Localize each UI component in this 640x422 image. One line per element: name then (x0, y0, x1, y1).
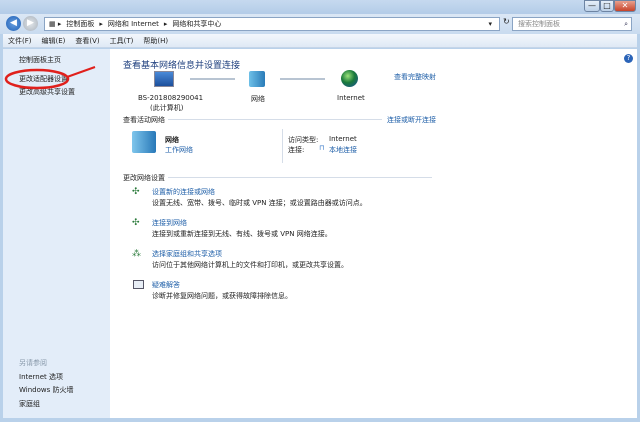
ethernet-icon: ⊓ (319, 144, 325, 152)
maximize-button[interactable]: □ (600, 0, 614, 12)
connection-label: 连接: (288, 146, 305, 154)
see-also-internet-options[interactable]: Internet 选项 (19, 372, 63, 382)
network-type-link[interactable]: 工作网络 (165, 145, 193, 155)
task-description: 访问位于其他网络计算机上的文件和打印机，或更改共享设置。 (152, 261, 348, 269)
access-type-value: Internet (329, 135, 357, 143)
main-content: ? 查看基本网络信息并设置连接 BS-201808290041 (此计算机) 网… (110, 49, 637, 418)
close-button[interactable]: ✕ (614, 0, 636, 12)
sidebar: 控制面板主页 更改适配器设置 更改高级共享设置 另请参阅 Internet 选项… (3, 49, 110, 418)
task-link[interactable]: 设置新的连接或网络 (152, 187, 215, 197)
computer-name: BS-201808290041 (138, 94, 204, 102)
computer-sub-label: (此计算机) (150, 104, 184, 112)
see-also-firewall[interactable]: Windows 防火墙 (19, 385, 73, 395)
menu-edit[interactable]: 编辑(E) (37, 34, 71, 48)
local-connection-link[interactable]: 本地连接 (329, 145, 357, 155)
view-full-map-link[interactable]: 查看完整映射 (394, 72, 436, 82)
divider (168, 119, 382, 120)
refresh-icon[interactable]: ↻ (503, 17, 510, 26)
computer-icon (154, 71, 174, 87)
menu-file[interactable]: 文件(F) (3, 34, 37, 48)
task-link[interactable]: 疑难解答 (152, 280, 180, 290)
task-description: 诊断并修复网络问题，或获得故障排除信息。 (152, 292, 292, 300)
back-button[interactable]: ◀ (6, 16, 21, 31)
breadcrumb-item[interactable]: 网络和 Internet (108, 20, 159, 28)
dropdown-icon[interactable]: ▾ (488, 18, 492, 30)
control-panel-icon: ▦ ▸ (49, 20, 62, 28)
connection-line (280, 78, 325, 80)
red-highlight-circle (4, 66, 96, 90)
help-icon[interactable]: ? (624, 54, 633, 63)
title-bar: — □ ✕ (0, 0, 640, 15)
page-title: 查看基本网络信息并设置连接 (123, 61, 241, 71)
menu-tools[interactable]: 工具(T) (105, 34, 139, 48)
address-bar-area: ◀ ▶ ▦ ▸ 控制面板 ▸ 网络和 Internet ▸ 网络和共享中心 ▾ ↻ 搜索控… (0, 14, 640, 34)
menu-view[interactable]: 查看(V) (70, 34, 104, 48)
connection-line (190, 78, 235, 80)
divider (168, 177, 432, 178)
change-settings-heading: 更改网络设置 (123, 174, 165, 182)
menu-help[interactable]: 帮助(H) (138, 34, 173, 48)
setup-connection-icon: ✣ (132, 187, 140, 197)
internet-label: Internet (337, 94, 365, 102)
task-description: 连接到或重新连接到无线、有线、拨号或 VPN 网络连接。 (152, 230, 332, 238)
active-network-name: 网络 (165, 136, 179, 144)
see-also-heading: 另请参阅 (19, 359, 47, 367)
troubleshoot-icon (133, 280, 144, 289)
address-input[interactable]: ▦ ▸ 控制面板 ▸ 网络和 Internet ▸ 网络和共享中心 ▾ (44, 17, 500, 31)
breadcrumb-item[interactable]: 网络和共享中心 (172, 20, 221, 28)
divider (282, 129, 283, 163)
search-icon: ⌕ (624, 20, 628, 28)
task-description: 设置无线、宽带、拨号、临时或 VPN 连接；或设置路由器或访问点。 (152, 199, 367, 207)
active-networks-heading: 查看活动网络 (123, 116, 165, 124)
forward-button[interactable]: ▶ (23, 16, 38, 31)
sidebar-item-home[interactable]: 控制面板主页 (19, 55, 61, 65)
internet-globe-icon (341, 70, 358, 87)
connect-disconnect-link[interactable]: 连接或断开连接 (387, 115, 436, 125)
breadcrumb-item[interactable]: 控制面板 (66, 20, 94, 28)
see-also-homegroup[interactable]: 家庭组 (19, 399, 40, 409)
task-link[interactable]: 选择家庭组和共享选项 (152, 249, 222, 259)
task-link[interactable]: 连接到网络 (152, 218, 187, 228)
network-icon-large (132, 131, 156, 153)
minimize-button[interactable]: — (584, 0, 600, 12)
menu-bar: 文件(F) 编辑(E) 查看(V) 工具(T) 帮助(H) (3, 34, 637, 48)
network-icon (249, 71, 265, 87)
access-type-label: 访问类型: (288, 136, 319, 144)
search-input[interactable]: 搜索控制面板 ⌕ (512, 17, 632, 31)
homegroup-icon: ⁂ (132, 249, 141, 259)
connect-network-icon: ✣ (132, 218, 140, 228)
network-label: 网络 (251, 95, 265, 103)
